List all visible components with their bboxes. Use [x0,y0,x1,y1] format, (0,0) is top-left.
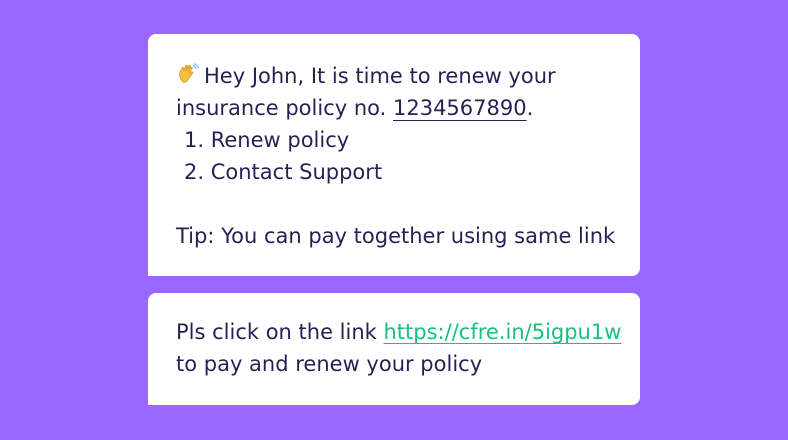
link-prefix: Pls click on the link [176,320,384,344]
message-bubble-payment-link: Pls click on the link https://cfre.in/5i… [148,293,640,405]
message-bubble-renewal: Hey John, It is time to renew your insur… [148,34,640,276]
link-suffix: to pay and renew your policy [176,352,483,376]
option-label: Renew policy [210,128,350,152]
policy-suffix: . [526,96,534,120]
greeting-text: Hey John, It is time to renew your [204,64,556,88]
policy-prefix: insurance policy no. [176,96,393,120]
link-line: Pls click on the link https://cfre.in/5i… [176,316,640,348]
page: { "messages": [ { "emoji": "wave-emoji",… [0,0,788,440]
waving-hand-icon [176,60,202,92]
policy-line: insurance policy no. 1234567890. [176,92,640,124]
option-number: 2. [184,160,205,184]
option-label: Contact Support [210,160,383,184]
policy-number-link[interactable]: 1234567890 [393,96,527,120]
greeting-line: Hey John, It is time to renew your [176,60,640,92]
option-renew-policy: 1. Renew policy [176,124,640,156]
tip-text: Tip: You can pay together using same lin… [176,224,616,248]
option-contact-support: 2. Contact Support [176,156,640,188]
payment-link[interactable]: https://cfre.in/5igpu1w [384,320,622,344]
option-number: 1. [184,128,205,152]
